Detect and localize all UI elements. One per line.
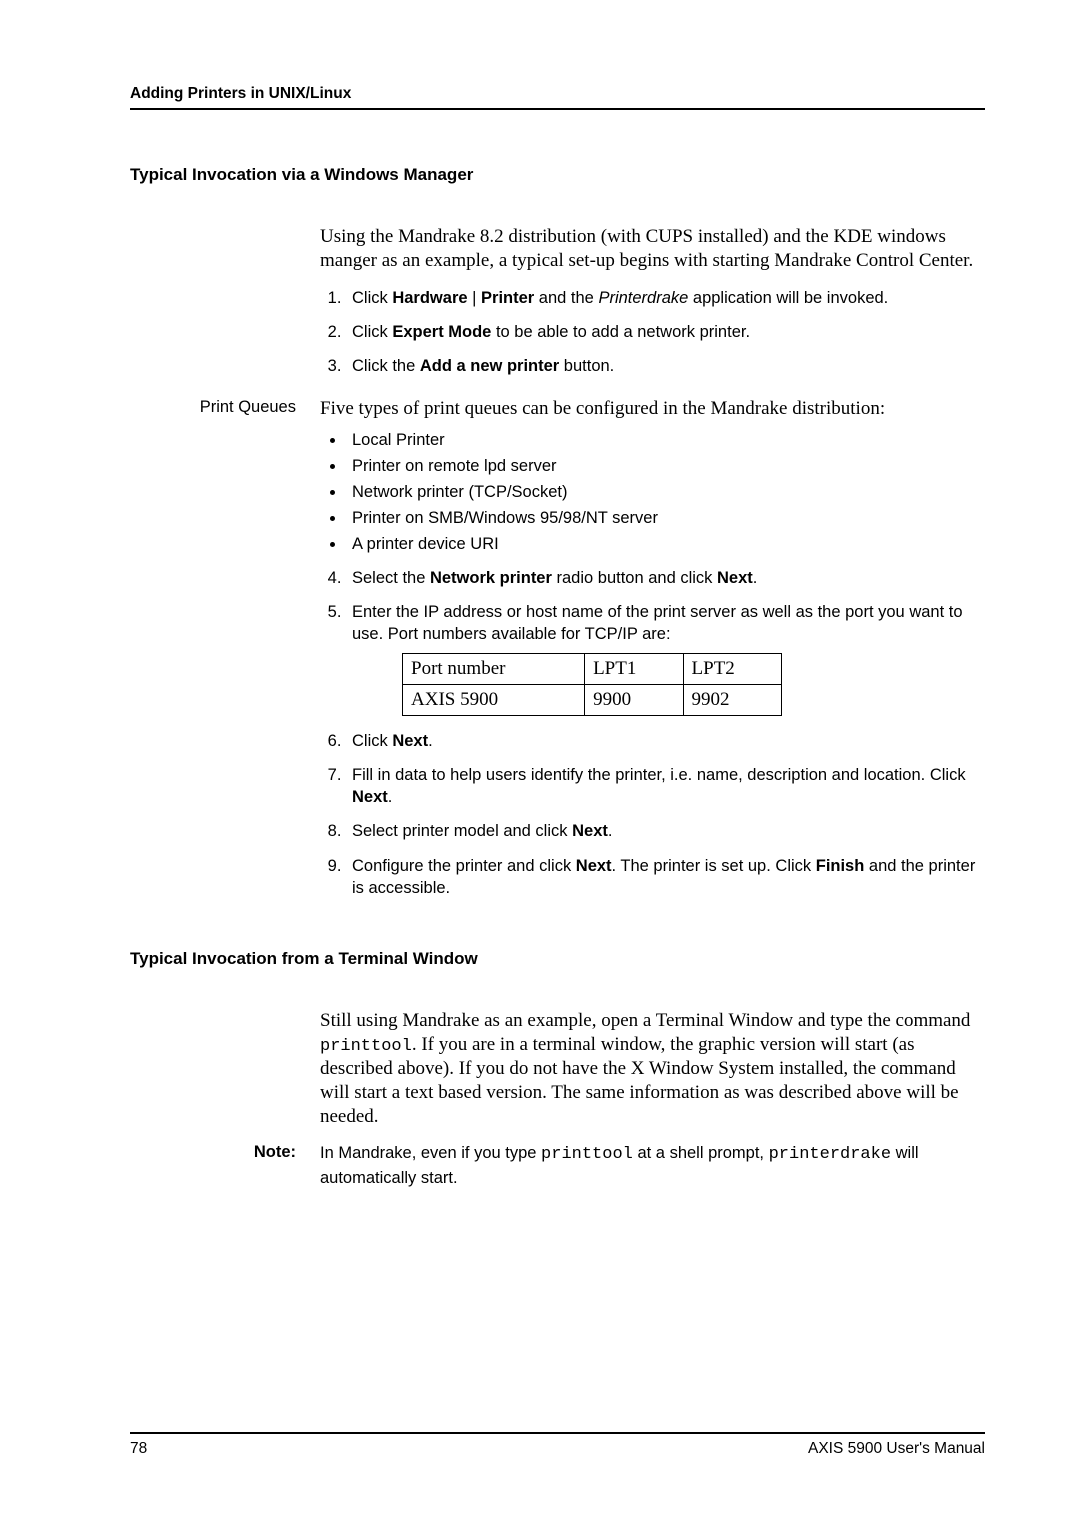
intro-paragraph: Using the Mandrake 8.2 distribution (wit… [320,225,985,273]
steps-a: Click Hardware | Printer and the Printer… [320,287,985,378]
pq-intro: Five types of print queues can be config… [320,397,985,421]
bullet-5: A printer device URI [346,533,985,556]
page: Adding Printers in UNIX/Linux Typical In… [0,0,1080,1528]
print-queues-row: Print Queues Five types of print queues … [130,397,985,919]
step-2: Click Expert Mode to be able to add a ne… [346,321,985,343]
table-row: AXIS 5900 9900 9902 [403,684,782,715]
page-footer: 78 AXIS 5900 User's Manual [130,1432,985,1458]
bullet-3: Network printer (TCP/Socket) [346,481,985,504]
pq-bullets: Local Printer Printer on remote lpd serv… [320,429,985,556]
step-8: Select printer model and click Next. [346,820,985,842]
th-lpt2: LPT2 [683,654,781,685]
port-table: Port number LPT1 LPT2 AXIS 5900 9900 990… [402,653,782,715]
step-7: Fill in data to help users identify the … [346,764,985,809]
step-3: Click the Add a new printer button. [346,355,985,377]
th-portnumber: Port number [403,654,585,685]
running-header: Adding Printers in UNIX/Linux [130,85,985,110]
note-body: In Mandrake, even if you type printtool … [320,1142,985,1189]
section-heading-1: Typical Invocation via a Windows Manager [130,165,985,185]
bullet-4: Printer on SMB/Windows 95/98/NT server [346,507,985,530]
th-lpt1: LPT1 [585,654,683,685]
bullet-2: Printer on remote lpd server [346,455,985,478]
steps-b: Select the Network printer radio button … [320,567,985,900]
note-row: Note: In Mandrake, even if you type prin… [130,1142,985,1189]
step-5: Enter the IP address or host name of the… [346,601,985,716]
sec2-paragraph: Still using Mandrake as an example, open… [320,1009,985,1128]
section-1-body: Using the Mandrake 8.2 distribution (wit… [320,225,985,377]
section-2-body: Still using Mandrake as an example, open… [320,1009,985,1128]
step-4: Select the Network printer radio button … [346,567,985,589]
step-6: Click Next. [346,730,985,752]
bullet-1: Local Printer [346,429,985,452]
td-port2: 9902 [683,684,781,715]
section-heading-2: Typical Invocation from a Terminal Windo… [130,949,985,969]
note-label: Note: [130,1142,320,1162]
table-row: Port number LPT1 LPT2 [403,654,782,685]
td-port1: 9900 [585,684,683,715]
manual-title: AXIS 5900 User's Manual [808,1440,985,1458]
step-1: Click Hardware | Printer and the Printer… [346,287,985,309]
print-queues-label: Print Queues [130,397,320,417]
step-9: Configure the printer and click Next. Th… [346,855,985,900]
page-number: 78 [130,1440,147,1458]
td-model: AXIS 5900 [403,684,585,715]
